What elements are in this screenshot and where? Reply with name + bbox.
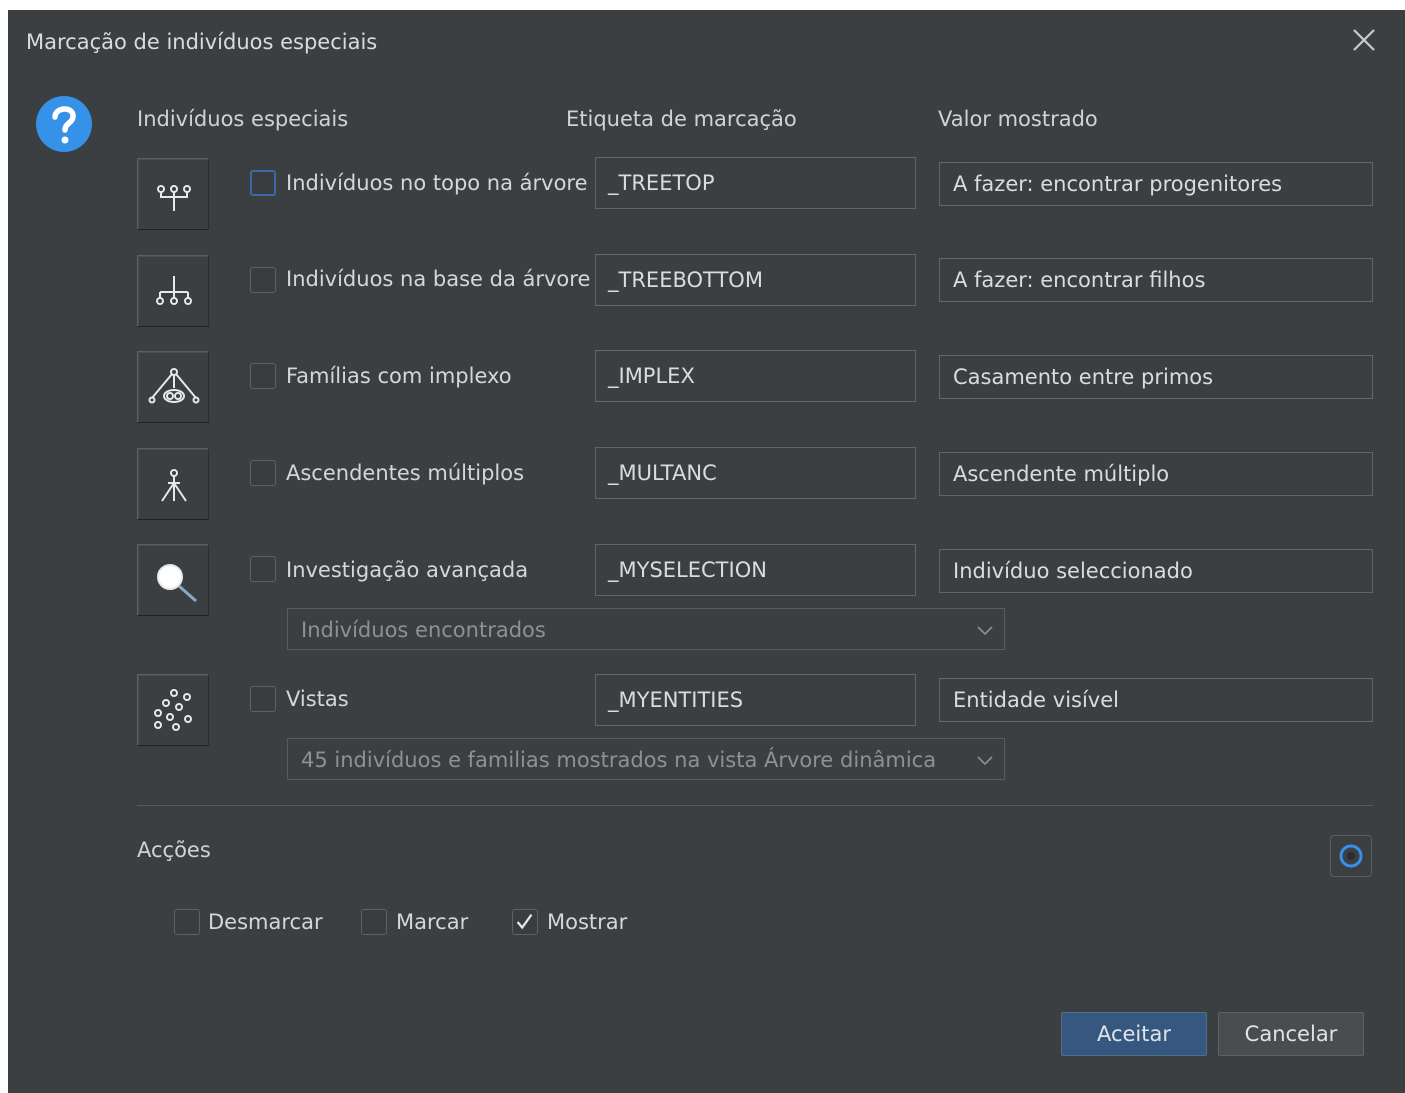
mark-checkbox[interactable] xyxy=(361,909,387,935)
implex-checkbox[interactable] xyxy=(250,363,276,389)
views-dropdown-value: 45 indivíduos e familias mostrados na vi… xyxy=(301,748,937,772)
actions-heading: Acções xyxy=(137,838,211,862)
myselection-label: Investigação avançada xyxy=(286,558,529,582)
tree-top-icon xyxy=(157,185,191,211)
views-button[interactable] xyxy=(137,674,209,746)
chevron-down-icon xyxy=(977,756,993,766)
chevron-down-icon xyxy=(977,626,993,636)
unmark-label: Desmarcar xyxy=(208,910,323,934)
radio-icon xyxy=(1339,844,1363,868)
multanc-value-field[interactable]: Ascendente múltiplo xyxy=(939,452,1373,496)
cancel-button[interactable]: Cancelar xyxy=(1218,1012,1364,1056)
dialog-title: Marcação de indivíduos especiais xyxy=(26,30,378,54)
title-bar: Marcação de indivíduos especiais xyxy=(8,10,1405,74)
unmark-checkbox[interactable] xyxy=(174,909,200,935)
treebottom-value-field[interactable]: A fazer: encontrar filhos xyxy=(939,258,1373,302)
search-results-dropdown[interactable]: Indivíduos encontrados xyxy=(287,608,1005,650)
multiple-ancestors-button[interactable] xyxy=(137,448,209,520)
treetop-value-field[interactable]: A fazer: encontrar progenitores xyxy=(939,162,1373,206)
tree-bottom-button[interactable] xyxy=(137,255,209,327)
section-divider xyxy=(137,805,1373,806)
tree-top-button[interactable] xyxy=(137,158,209,230)
checkmark-icon xyxy=(516,913,533,930)
column-header-individuals: Indivíduos especiais xyxy=(137,107,349,131)
implex-tag-field[interactable]: _IMPLEX xyxy=(595,350,916,402)
show-label: Mostrar xyxy=(547,910,628,934)
search-icon xyxy=(157,564,197,603)
myselection-value-field[interactable]: Indivíduo seleccionado xyxy=(939,549,1373,593)
column-header-value: Valor mostrado xyxy=(938,107,1098,131)
treetop-checkbox[interactable] xyxy=(250,170,276,196)
treebottom-tag-field[interactable]: _TREEBOTTOM xyxy=(595,254,916,306)
advanced-search-button[interactable] xyxy=(137,544,209,616)
myselection-checkbox[interactable] xyxy=(250,556,276,582)
treebottom-checkbox[interactable] xyxy=(250,267,276,293)
myselection-tag-field[interactable]: _MYSELECTION xyxy=(595,544,916,596)
views-icon xyxy=(154,689,192,731)
treetop-tag-field[interactable]: _TREETOP xyxy=(595,157,916,209)
views-value-field[interactable]: Entidade visível xyxy=(939,678,1373,722)
views-dropdown[interactable]: 45 indivíduos e familias mostrados na vi… xyxy=(287,738,1005,780)
treebottom-label: Indivíduos na base da árvore xyxy=(286,267,591,291)
implex-button[interactable] xyxy=(137,351,209,423)
close-icon[interactable] xyxy=(1350,26,1378,54)
views-label: Vistas xyxy=(286,687,349,711)
treetop-label: Indivíduos no topo na árvore xyxy=(286,171,588,195)
help-icon xyxy=(36,96,92,152)
multanc-tag-field[interactable]: _MULTANC xyxy=(595,447,916,499)
multiple-ancestors-icon xyxy=(161,469,187,502)
tree-bottom-icon xyxy=(156,276,192,305)
multanc-label: Ascendentes múltiplos xyxy=(286,461,525,485)
dialog-window: Marcação de indivíduos especiais Indivíd… xyxy=(8,10,1405,1093)
options-toggle-button[interactable] xyxy=(1330,835,1372,877)
accept-button[interactable]: Aceitar xyxy=(1061,1012,1207,1056)
views-checkbox[interactable] xyxy=(250,686,276,712)
column-header-tag: Etiqueta de marcação xyxy=(566,107,797,131)
implex-label: Famílias com implexo xyxy=(286,364,512,388)
views-tag-field[interactable]: _MYENTITIES xyxy=(595,674,916,726)
implex-icon xyxy=(148,368,200,404)
show-checkbox[interactable] xyxy=(512,909,538,935)
mark-label: Marcar xyxy=(396,910,469,934)
implex-value-field[interactable]: Casamento entre primos xyxy=(939,355,1373,399)
multanc-checkbox[interactable] xyxy=(250,460,276,486)
search-results-dropdown-value: Indivíduos encontrados xyxy=(301,618,546,642)
